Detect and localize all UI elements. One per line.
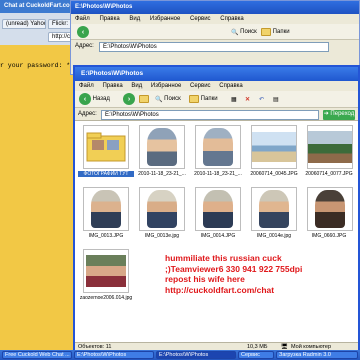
explorer-window-back: E:\Photos\W\Photos Файл Правка Вид Избра… [70,0,360,75]
opera-tab-yahoo[interactable]: (unread) Yahoo! ... [2,19,46,29]
taskbar-item-tools[interactable]: Сервис [238,351,274,359]
spam-line-1: hummiliate this russian cuck [165,253,282,263]
thumbnail-caption: 20060714_0077.JPG [305,171,353,177]
folders-button[interactable]: Папки [189,93,218,105]
menu-tools[interactable]: Сервис [190,83,211,89]
menu-edit[interactable]: Правка [102,83,122,89]
thumbnail-caption: IMG_0013e.jpg [144,233,180,239]
photo-thumbnail[interactable] [307,187,353,231]
up-folder-icon[interactable] [139,93,149,105]
menu-edit[interactable]: Правка [99,16,119,22]
menu-favorites[interactable]: Избранное [151,83,181,89]
front-window-toolbar: ‹ Назад › 🔍 Поиск Папки ▦ ✕ ↶ ▤ [75,91,358,108]
menu-view[interactable]: Вид [131,83,142,89]
spam-line-4: http://cuckoldfart.com/chat [165,284,275,295]
forward-arrow-icon[interactable]: › [123,93,135,105]
photo-thumbnail[interactable] [83,249,129,293]
folder-icon [261,28,271,36]
photo-thumbnail[interactable] [307,125,353,169]
photo-thumbnail[interactable] [139,125,185,169]
back-address-label: Адрес: [75,43,94,49]
thumbnail-caption: IMG_0013.JPG [88,233,124,239]
delete-icon[interactable]: ✕ [245,93,250,105]
portrait-photo [315,190,345,228]
portrait-photo [91,190,121,228]
thumbnail-view: ФОТОГРАФИИ ТУТ 2010-11-18_23-21_... 2010… [75,121,358,342]
menu-file[interactable]: Файл [79,83,94,89]
outdoor-photo [308,131,352,163]
back-search-label: Поиск [240,29,257,35]
front-address-bar: Адрес: E:\Photos\W\Photos ➜ Переход [75,108,358,121]
folder-up-icon [139,95,149,103]
beach-photo [252,132,296,162]
thumbnail-caption: IMG_0014.JPG [200,233,236,239]
search-label: Поиск [164,96,181,102]
folder-with-photos-icon [86,132,126,162]
search-icon: 🔍 [155,96,163,103]
spam-line-3: repost his wife here [165,274,245,284]
taskbar-item-explorer-2[interactable]: E:\Photos\W\Photos [156,351,236,359]
go-button[interactable]: ➜ Переход [323,110,355,120]
front-window-menu: Файл Правка Вид Избранное Сервис Справка [75,81,358,91]
spam-line-2: ;)Teamviewer6 330 941 922 755dpi [165,263,303,274]
spam-overlay-text: hummiliate this russian cuck ;)Teamviewe… [165,253,302,295]
back-address-input[interactable]: E:\Photos\W\Photos [99,42,329,52]
views-icon[interactable]: ▦ [231,93,237,105]
folder-icon [189,95,199,103]
photo-thumbnail[interactable] [251,187,297,231]
portrait-photo [203,128,233,166]
menu-tools[interactable]: Сервис [190,16,211,22]
portrait-photo [259,190,289,228]
portrait-photo [147,128,177,166]
photo-thumbnail[interactable] [195,125,241,169]
back-label: Назад [92,96,110,102]
front-window-title: E:\Photos\W\Photos [75,67,358,81]
taskbar-item-explorer-1[interactable]: E:\Photos\W\Photos [74,351,154,359]
go-label: Переход [330,111,355,117]
photo-thumbnail[interactable] [139,187,185,231]
go-arrow-icon: ➜ [323,111,329,117]
photo-thumbnail[interactable] [83,187,129,231]
back-window-toolbar: ‹ 🔍 Поиск Папки [71,24,359,40]
search-icon: 🔍 [231,29,239,36]
thumbnail-caption: 2010-11-18_23-21_... [138,171,186,177]
address-input[interactable]: E:\Photos\W\Photos [101,110,319,120]
back-window-title: E:\Photos\W\Photos [71,1,359,14]
thumbnail-caption: ФОТОГРАФИИ ТУТ [78,171,134,177]
back-address-bar: Адрес: E:\Photos\W\Photos [71,40,359,54]
menu-file[interactable]: Файл [75,16,90,22]
thumbnail-caption: 2010-11-18_23-21_... [194,171,242,177]
thumbnail-caption: IMG_0014e.jpg [256,233,292,239]
taskbar-item-radmin[interactable]: Загрузка Radmin 3.0 [276,351,358,359]
photo-thumbnail[interactable] [251,125,297,169]
portrait-photo [203,190,233,228]
thumbnail-caption: IMG_0660.JPG [311,233,347,239]
address-label: Адрес: [78,111,97,117]
back-button[interactable]: ‹ Назад [79,93,110,105]
grid-view-icon[interactable]: ▤ [273,93,279,105]
menu-favorites[interactable]: Избранное [150,16,180,22]
thumbnail-caption: zaozernoe2006.014.jpg [79,295,133,301]
back-arrow-icon: ‹ [79,93,91,105]
folders-label: Папки [200,96,218,102]
portrait-photo [147,190,177,228]
search-button[interactable]: 🔍 Поиск [155,93,181,105]
menu-view[interactable]: Вид [129,16,140,22]
back-folders-label: Папки [272,29,290,35]
explorer-window-front: E:\Photos\W\Photos Файл Правка Вид Избра… [73,65,360,351]
menu-help[interactable]: Справка [220,16,244,22]
back-arrow-icon[interactable]: ‹ [77,26,89,38]
back-search-button[interactable]: 🔍 Поиск [231,26,257,38]
back-folders-button[interactable]: Папки [261,26,290,38]
undo-icon[interactable]: ↶ [259,93,264,105]
taskbar-item-opera[interactable]: Free Cuckold Web Chat ... [2,351,72,359]
back-window-menu: Файл Правка Вид Избранное Сервис Справка [71,14,359,24]
portrait-photo [86,255,126,287]
menu-help[interactable]: Справка [219,83,243,89]
photo-thumbnail[interactable] [195,187,241,231]
folder-thumbnail[interactable] [83,125,129,169]
taskbar: Free Cuckold Web Chat ... E:\Photos\W\Ph… [0,350,360,360]
thumbnail-caption: 20060714_0045.JPG [250,171,298,177]
